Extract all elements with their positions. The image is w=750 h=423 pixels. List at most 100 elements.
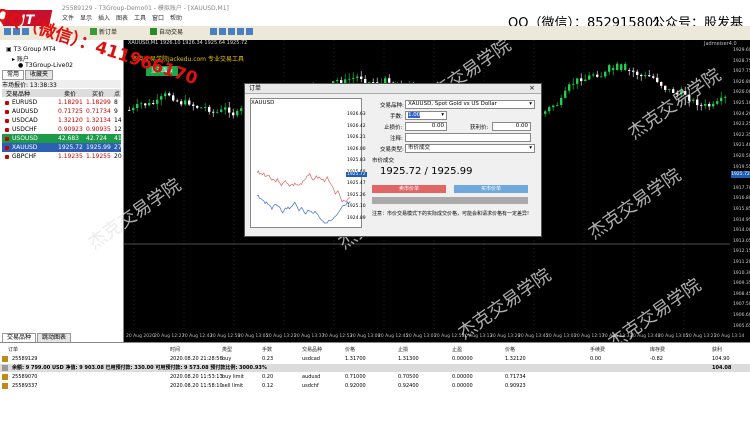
order-tp: 0.00000 (452, 356, 473, 362)
col-symbol[interactable]: 交易品种 (6, 89, 30, 98)
balance-row[interactable]: 余额: 9 799.00 USD 净值: 9 903.08 已用预付款: 330… (0, 364, 750, 372)
price-tick: 1926.00 (733, 90, 750, 96)
order-type: buy (222, 356, 232, 362)
market-watch-row[interactable]: USDCAD 1.32120 1.32134 14 (2, 116, 122, 125)
candle-body (144, 103, 147, 106)
terminal-column-header[interactable]: 获利 (712, 346, 722, 353)
market-watch-row[interactable]: USOUSD 42.683 42.724 41 (2, 134, 122, 143)
market-watch-row[interactable]: XAUUSD 1925.72 1925.99 27 (2, 143, 122, 152)
order-row[interactable]: 25589337 2020.08.20 11:58:10 sell limit 0.1… (0, 382, 750, 390)
chart-tag: Jadmeiser4.0 (704, 41, 737, 47)
terminal-column-header[interactable]: 库存费 (650, 346, 665, 353)
stoploss-input[interactable]: 0.00 (405, 122, 447, 131)
terminal-column-header[interactable]: 时间 (170, 346, 180, 353)
col-spread[interactable]: 点 (114, 89, 120, 98)
auto-trade-button[interactable]: 自动交易 (150, 28, 183, 38)
candle-body (360, 76, 363, 79)
terminal-column-header[interactable]: 止损 (398, 346, 408, 353)
order-symbol: usdcad (302, 356, 320, 362)
navigator-root[interactable]: ▣ T3 Group MT4 (6, 46, 56, 53)
candle-body (552, 105, 555, 108)
terminal-column-header[interactable]: 订单 (8, 346, 18, 353)
menu-window[interactable]: 窗口 (152, 13, 164, 22)
candle-body (140, 103, 143, 105)
price-tick: 1909.35 (733, 281, 750, 287)
terminal-column-header[interactable]: 价格 (505, 346, 515, 353)
candle-body (640, 74, 643, 77)
menu-chart[interactable]: 图表 (116, 13, 128, 22)
ask-price: 1925.99 (86, 144, 111, 151)
candle-body (604, 71, 607, 77)
volume-input[interactable]: 1.00 ▾ (405, 111, 447, 120)
market-watch-row[interactable]: EURUSD 1.18291 1.18299 8 (2, 98, 121, 107)
candle-body (204, 106, 207, 108)
price-tick: 1917.70 (733, 185, 750, 191)
candle-body (580, 78, 583, 82)
candle-body (708, 103, 711, 107)
price-tick: 1924.20 (733, 111, 750, 117)
terminal-column-header[interactable]: 手数 (262, 346, 272, 353)
order-type: sell limit (222, 383, 244, 389)
candle-body (560, 97, 563, 106)
candle-body (556, 105, 559, 106)
candle-body (224, 107, 227, 110)
symbol-name: GBPCHF (12, 153, 37, 160)
terminal-column-header[interactable]: 止盈 (452, 346, 462, 353)
terminal-column-header[interactable]: 手续费 (590, 346, 605, 353)
symbol-status-icon (5, 146, 9, 150)
tab-favorites[interactable]: 收藏夹 (25, 70, 54, 80)
menu-tools[interactable]: 工具 (134, 13, 146, 22)
close-icon[interactable]: × (529, 84, 535, 92)
ask-price: 1.32134 (86, 117, 111, 124)
time-tick: 20 Aug 13:14 (714, 334, 745, 339)
menu-view[interactable]: 显示 (80, 13, 92, 22)
sell-market-button[interactable]: 卖市价单 (372, 185, 446, 193)
time-tick: 20 Aug 13:05 (658, 334, 689, 339)
chart-tools-group[interactable] (210, 28, 255, 38)
candle-body (636, 71, 639, 75)
symbol-name: USOUSD (12, 135, 38, 142)
terminal-column-header[interactable]: 交易品种 (302, 346, 322, 353)
candle-body (616, 63, 619, 70)
candle-body (576, 78, 579, 84)
order-order: 25589070 (12, 374, 38, 380)
ask-tick-line (256, 170, 351, 203)
symbol-status-icon (5, 155, 9, 159)
terminal-column-header[interactable]: 价格 (345, 346, 355, 353)
market-watch-row[interactable]: AUDUSD 0.71725 0.71734 9 (2, 107, 121, 116)
order-row[interactable]: 25589129 2020.08.20 21:28:56 buy 0.23 usdcad… (0, 355, 750, 363)
symbol-select[interactable]: XAUUSD, Spot Gold vs US Dollar ▾ (405, 100, 535, 109)
time-tick: 20 Aug 13:01 (406, 334, 437, 339)
order-type-icon (2, 383, 8, 389)
candle-body (564, 90, 567, 98)
price-tick: 1919.55 (733, 164, 750, 170)
symbol-name: XAUUSD (12, 144, 38, 151)
navigator-server[interactable]: ● T3Group-Live02 (18, 62, 73, 69)
ask-price: 1.18299 (86, 99, 111, 106)
order-row[interactable]: 25589070 2020.08.20 11:53:13 buy limit 0.20… (0, 373, 750, 381)
menu-help[interactable]: 帮助 (170, 13, 182, 22)
order-type: buy limit (222, 374, 244, 380)
bid-tick-line (256, 194, 351, 224)
market-watch-row[interactable]: USDCHF 0.90923 0.90935 12 (2, 125, 122, 134)
candle-body (660, 82, 663, 86)
time-tick: 20 Aug 13:21 (266, 334, 297, 339)
candle-body (352, 77, 355, 79)
order-time: 2020.08.20 21:28:56 (170, 356, 223, 362)
menu-insert[interactable]: 插入 (98, 13, 110, 22)
mini-price-tick: 1924.89 (347, 215, 366, 221)
chart-title: XAUUSD,M1 1926.10 1926.34 1925.64 1925.7… (128, 40, 248, 46)
tab-common[interactable]: 常用 (2, 70, 25, 80)
market-watch-row[interactable]: GBPCHF 1.19235 1.19255 20 (2, 152, 122, 161)
symbol-name: EURUSD (12, 99, 38, 106)
spread-value: 9 (114, 108, 118, 115)
order-lots: 0.12 (262, 383, 274, 389)
bid-price: 1.32120 (58, 117, 83, 124)
price-tick: 1911.20 (733, 260, 750, 265)
takeprofit-input[interactable]: 0.00 (492, 122, 531, 131)
order-time: 2020.08.20 11:58:10 (170, 383, 223, 389)
price-tick: 1929.60 (733, 48, 750, 53)
terminal-column-header[interactable]: 类型 (222, 346, 232, 353)
col-bid[interactable]: 卖价 (64, 89, 76, 98)
col-ask[interactable]: 买价 (92, 89, 104, 98)
